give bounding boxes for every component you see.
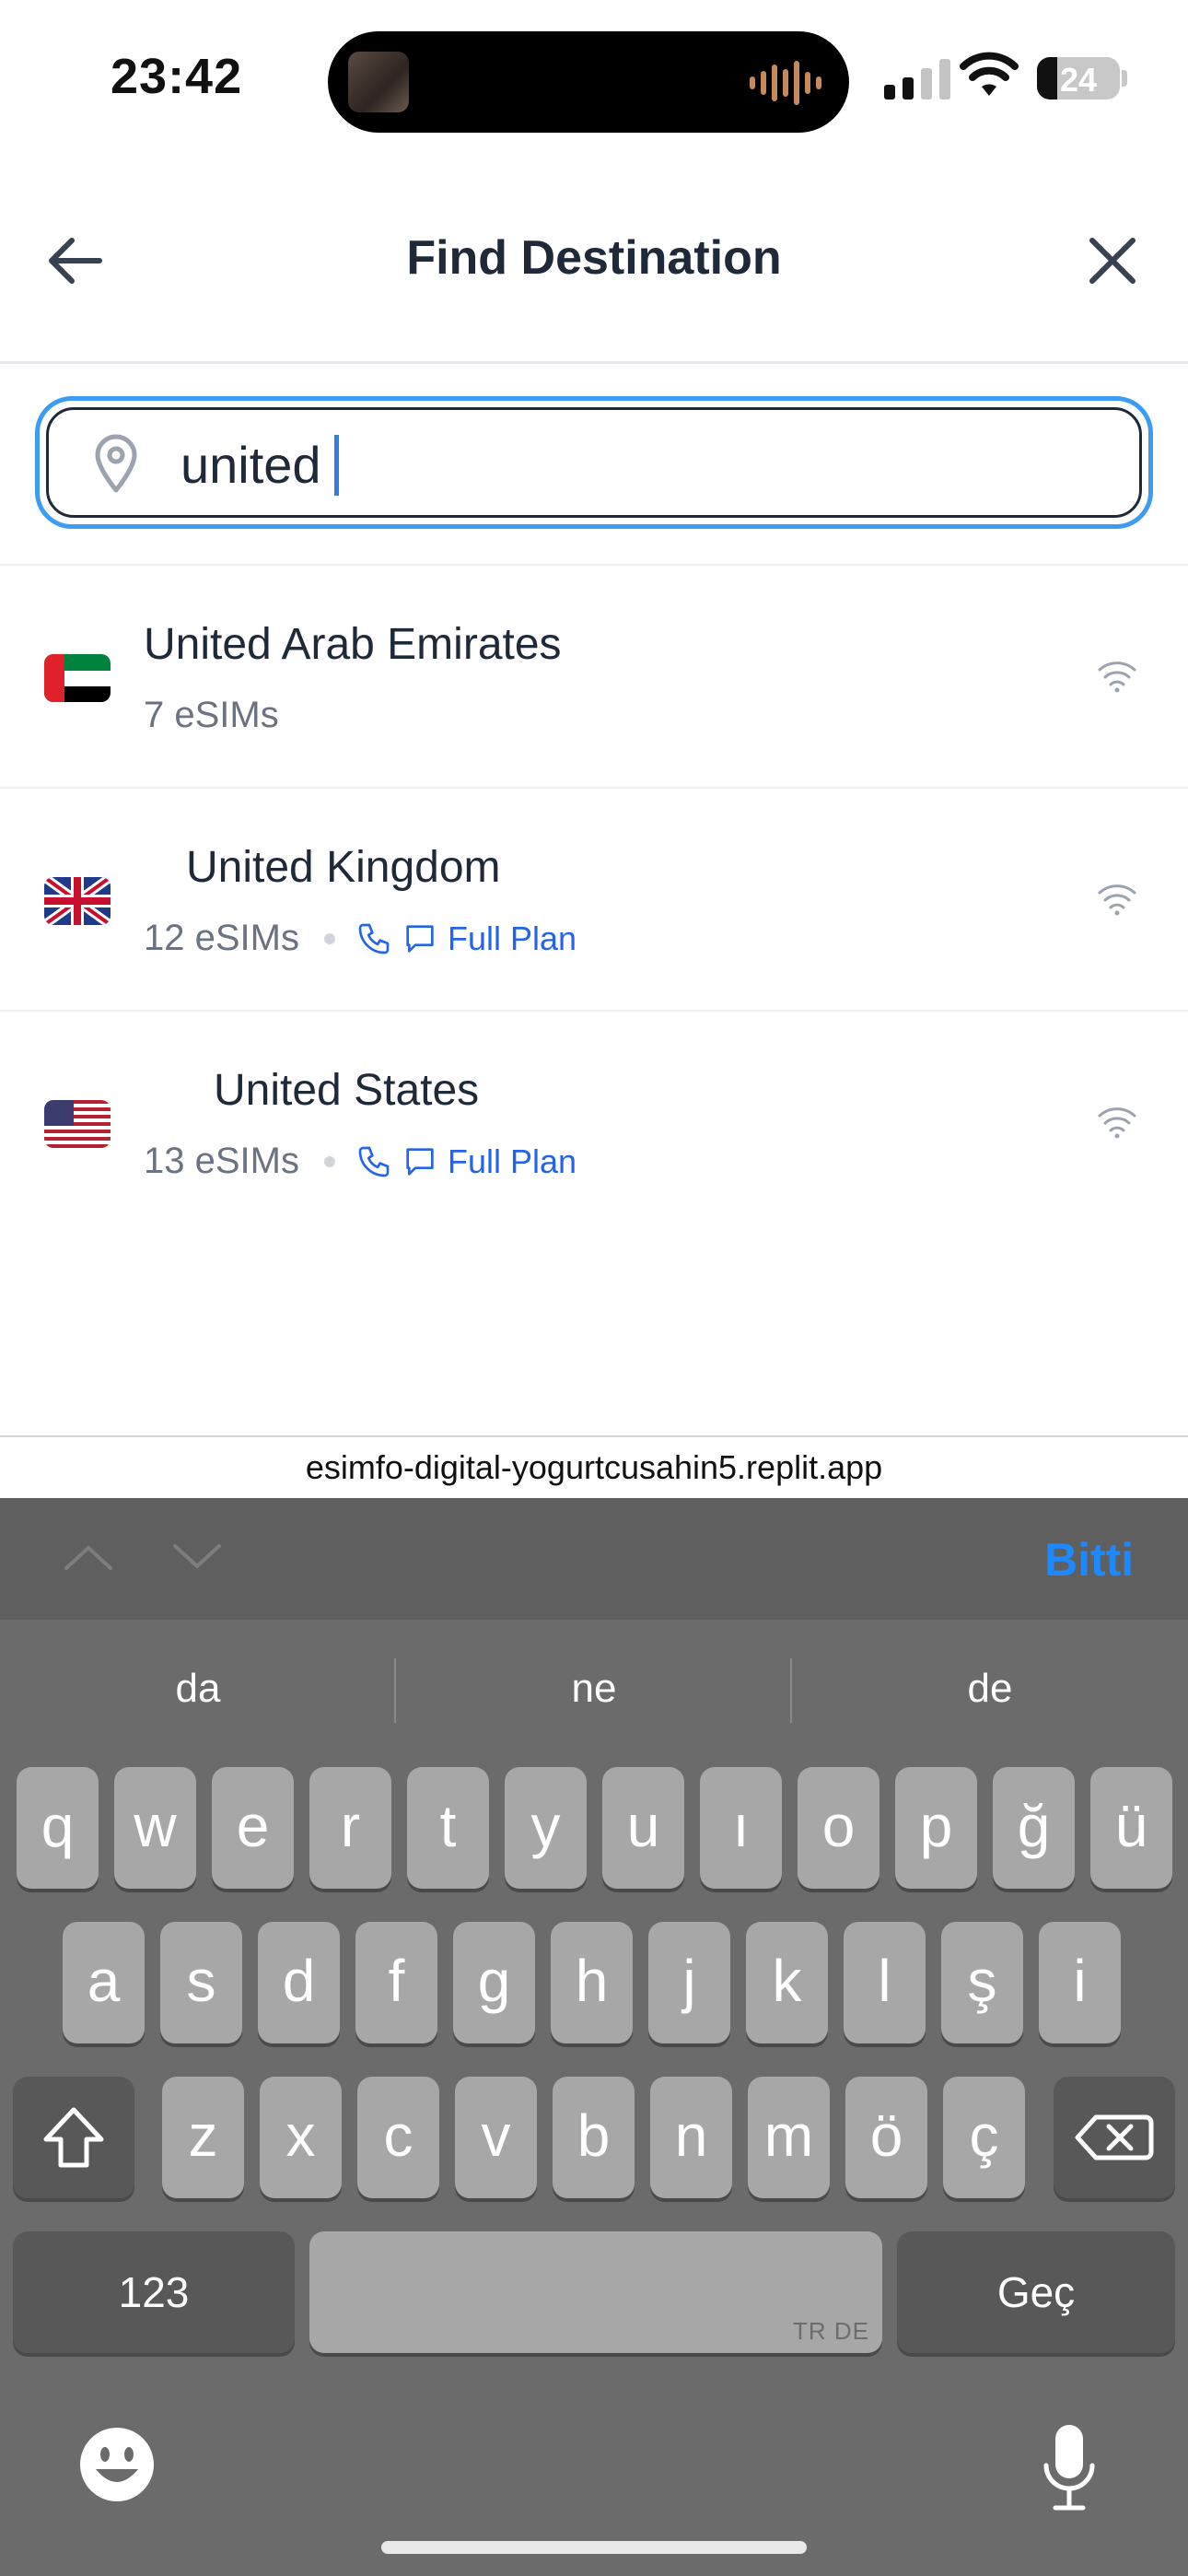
key-o[interactable]: o — [798, 1767, 879, 1889]
home-indicator[interactable] — [381, 2541, 807, 2554]
key-i[interactable]: i — [1039, 1922, 1121, 2043]
key-g-breve[interactable]: ğ — [993, 1767, 1075, 1889]
key-a[interactable]: a — [63, 1922, 145, 2043]
microphone-icon[interactable] — [1039, 2421, 1100, 2513]
close-icon[interactable] — [1076, 228, 1149, 293]
key-m[interactable]: m — [748, 2077, 830, 2198]
key-c-cedilla[interactable]: ç — [943, 2077, 1025, 2198]
suggestion-2[interactable]: ne — [396, 1666, 792, 1712]
numbers-key[interactable]: 123 — [13, 2231, 295, 2353]
location-pin-icon — [95, 434, 137, 493]
chevron-down-icon[interactable] — [169, 1540, 225, 1574]
return-key[interactable]: Geç — [897, 2231, 1175, 2353]
search-value-text: united — [181, 436, 321, 494]
key-j[interactable]: j — [648, 1922, 730, 2043]
separator-dot — [324, 1156, 335, 1167]
key-h[interactable]: h — [551, 1922, 633, 2043]
key-o-umlaut[interactable]: ö — [845, 2077, 927, 2198]
key-b[interactable]: b — [553, 2077, 635, 2198]
separator-dot — [324, 933, 335, 944]
header-divider — [0, 361, 1188, 364]
emoji-icon[interactable] — [77, 2425, 157, 2504]
uae-flag-icon — [44, 654, 111, 702]
uk-flag-icon — [44, 877, 111, 925]
key-dotless-i[interactable]: ı — [700, 1767, 782, 1889]
message-icon — [406, 1148, 434, 1176]
search-value[interactable]: united — [181, 433, 339, 498]
shift-icon — [43, 2107, 104, 2168]
country-name: United Kingdom — [186, 843, 501, 892]
url-bar[interactable]: esimfo-digital-yogurtcusahin5.replit.app — [0, 1435, 1188, 1500]
chevron-up-icon[interactable] — [61, 1540, 116, 1574]
key-t[interactable]: t — [407, 1767, 489, 1889]
dynamic-island — [328, 31, 849, 133]
message-icon — [406, 925, 434, 953]
key-v[interactable]: v — [455, 2077, 537, 2198]
page-title: Find Destination — [406, 231, 782, 285]
key-u-umlaut[interactable]: ü — [1090, 1767, 1172, 1889]
now-playing-thumbnail — [348, 52, 409, 112]
status-time: 23:42 — [111, 49, 243, 104]
esim-count: 7 eSIMs — [144, 695, 279, 735]
full-plan-badge: Full Plan — [324, 919, 577, 958]
result-row-united-states[interactable]: United States 13 eSIMs Full Plan — [0, 1012, 1188, 1235]
key-d[interactable]: d — [258, 1922, 340, 2043]
space-bar[interactable]: TR DE — [309, 2231, 882, 2353]
text-caret — [333, 435, 339, 497]
wifi-icon — [1098, 884, 1136, 916]
result-row-united-kingdom[interactable]: United Kingdom 12 eSIMs Full Plan — [0, 789, 1188, 1012]
key-s[interactable]: s — [160, 1922, 242, 2043]
cellular-signal-icon — [884, 57, 950, 100]
feature-label: Full Plan — [448, 919, 577, 957]
wifi-icon — [960, 52, 1019, 96]
audio-waveform-icon — [750, 59, 821, 107]
esim-count: 13 eSIMs — [144, 1141, 299, 1181]
full-plan-badge: Full Plan — [324, 1142, 577, 1181]
key-f[interactable]: f — [355, 1922, 437, 2043]
wifi-icon — [1098, 1107, 1136, 1139]
key-u[interactable]: u — [602, 1767, 684, 1889]
key-p[interactable]: p — [895, 1767, 977, 1889]
phone-icon — [358, 1146, 390, 1177]
language-tag: TR DE — [793, 2317, 869, 2345]
key-q[interactable]: q — [17, 1767, 99, 1889]
phone-icon — [358, 923, 390, 954]
key-g[interactable]: g — [453, 1922, 535, 2043]
key-w[interactable]: w — [114, 1767, 196, 1889]
key-l[interactable]: l — [844, 1922, 926, 2043]
wifi-icon — [1098, 662, 1136, 693]
suggestion-1[interactable]: da — [0, 1666, 396, 1712]
battery-icon: 24 — [1037, 57, 1120, 100]
backspace-icon — [1075, 2114, 1154, 2160]
key-y[interactable]: y — [505, 1767, 587, 1889]
key-r[interactable]: r — [309, 1767, 391, 1889]
key-x[interactable]: x — [260, 2077, 342, 2198]
key-z[interactable]: z — [162, 2077, 244, 2198]
suggestion-3[interactable]: de — [792, 1666, 1188, 1712]
battery-level: 24 — [1059, 61, 1098, 99]
done-button[interactable]: Bitti — [1044, 1533, 1134, 1587]
us-flag-icon — [44, 1100, 111, 1148]
delete-key[interactable] — [1054, 2077, 1175, 2198]
key-s-cedilla[interactable]: ş — [941, 1922, 1023, 2043]
country-name: United Arab Emirates — [144, 620, 562, 669]
result-row-united-arab-emirates[interactable]: United Arab Emirates 7 eSIMs — [0, 566, 1188, 789]
esim-count: 12 eSIMs — [144, 918, 299, 958]
country-name: United States — [214, 1066, 480, 1115]
key-n[interactable]: n — [650, 2077, 732, 2198]
key-k[interactable]: k — [746, 1922, 828, 2043]
battery-tip — [1122, 70, 1127, 87]
feature-label: Full Plan — [448, 1142, 577, 1180]
key-e[interactable]: e — [212, 1767, 294, 1889]
shift-key[interactable] — [13, 2077, 134, 2198]
key-c[interactable]: c — [357, 2077, 439, 2198]
